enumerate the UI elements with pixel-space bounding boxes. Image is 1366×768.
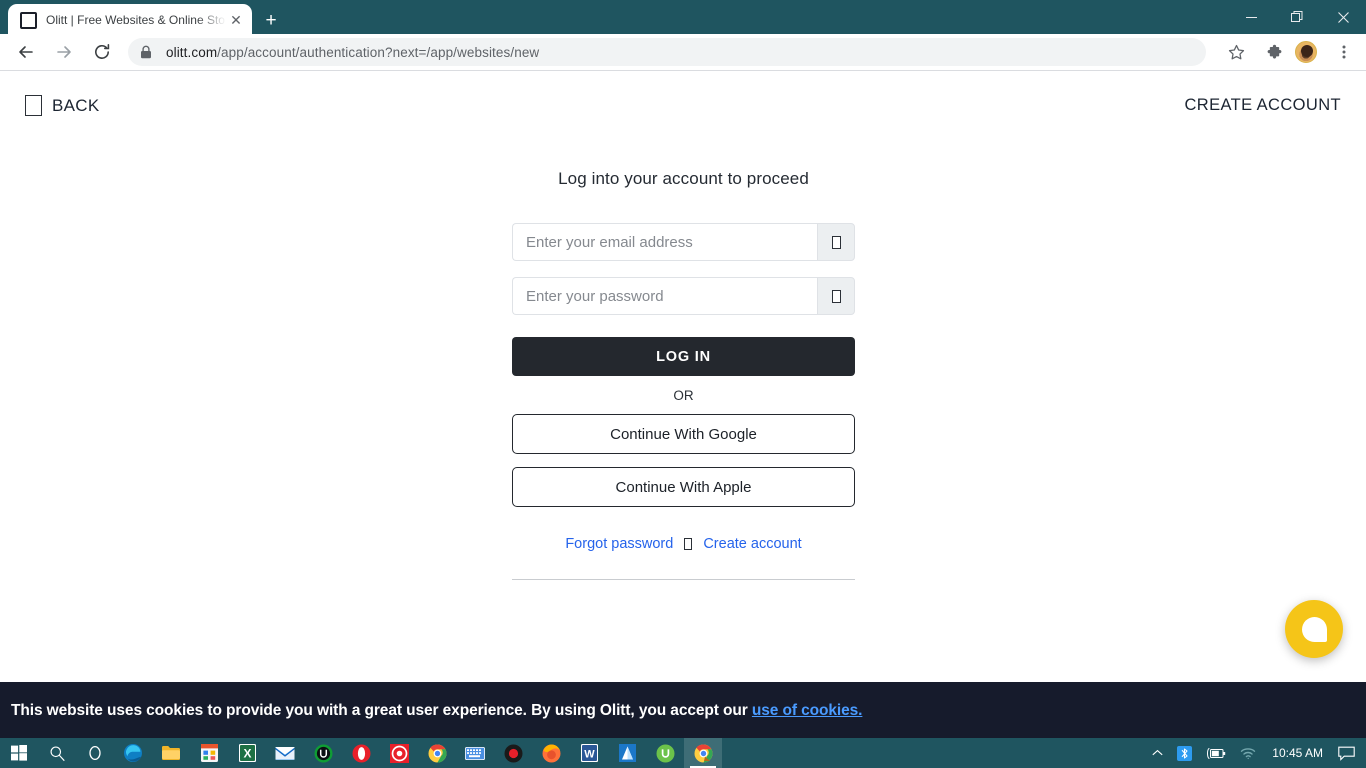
url-path: /app/account/authentication?next=/app/we…: [217, 44, 540, 60]
back-arrow-icon: [25, 95, 42, 116]
form-divider: [512, 579, 855, 580]
login-button[interactable]: LOG IN: [512, 337, 855, 376]
email-field-addon-button[interactable]: [817, 223, 855, 261]
microsoft-edge-icon[interactable]: [114, 738, 152, 768]
url-domain: olitt.com: [166, 44, 218, 60]
back-arrow-icon[interactable]: [10, 36, 42, 68]
url-text: olitt.com/app/account/authentication?nex…: [166, 45, 539, 60]
address-bar[interactable]: olitt.com/app/account/authentication?nex…: [128, 38, 1206, 66]
puzzle-piece-icon[interactable]: [1258, 36, 1290, 68]
use-of-cookies-link[interactable]: use of cookies.: [752, 702, 863, 719]
star-icon[interactable]: [1220, 36, 1252, 68]
forward-arrow-icon[interactable]: [48, 36, 80, 68]
microsoft-word-icon[interactable]: W: [570, 738, 608, 768]
file-explorer-icon[interactable]: [152, 738, 190, 768]
mozilla-firefox-icon[interactable]: [532, 738, 570, 768]
search-icon[interactable]: [38, 738, 76, 768]
olitt-logo-icon: [20, 11, 37, 29]
new-tab-button[interactable]: +: [258, 8, 284, 32]
cortana-icon[interactable]: [76, 738, 114, 768]
chat-bubble-icon[interactable]: [1285, 600, 1343, 658]
svg-text:W: W: [584, 748, 595, 760]
minimize-icon[interactable]: [1228, 0, 1274, 34]
action-center-icon[interactable]: [1331, 738, 1362, 768]
page-title: Log into your account to proceed: [558, 169, 809, 188]
windows-taskbar: X W 10:45 AM: [0, 738, 1366, 768]
close-icon[interactable]: ✕: [226, 10, 246, 30]
create-account-link-header[interactable]: CREATE ACCOUNT: [1184, 96, 1341, 115]
cookie-banner-text: This website uses cookies to provide you…: [11, 702, 862, 720]
reload-icon[interactable]: [86, 36, 118, 68]
avatar[interactable]: [1295, 41, 1317, 63]
restore-icon[interactable]: [1274, 0, 1320, 34]
toolbar-right-actions: [1214, 36, 1366, 68]
mail-icon[interactable]: [266, 738, 304, 768]
microsoft-store-icon[interactable]: [190, 738, 228, 768]
start-button[interactable]: [0, 738, 38, 768]
bluetooth-icon[interactable]: [1170, 738, 1199, 768]
target-recorder-icon[interactable]: [380, 738, 418, 768]
browser-toolbar: olitt.com/app/account/authentication?nex…: [0, 34, 1366, 70]
cookie-message: This website uses cookies to provide you…: [11, 701, 752, 719]
password-input[interactable]: [512, 277, 817, 315]
back-button-label: BACK: [52, 95, 100, 115]
page-content: BACK CREATE ACCOUNT Log into your accoun…: [0, 71, 1366, 739]
utorrent-icon[interactable]: [646, 738, 684, 768]
window-controls: [1228, 0, 1366, 34]
system-tray: 10:45 AM: [1145, 738, 1366, 768]
create-account-link[interactable]: Create account: [703, 536, 801, 552]
wifi-icon[interactable]: [1233, 738, 1264, 768]
cookie-banner: This website uses cookies to provide you…: [0, 682, 1366, 739]
password-visibility-toggle[interactable]: [817, 277, 855, 315]
page-header: BACK CREATE ACCOUNT: [0, 71, 1366, 147]
form-footer-links: Forgot password Create account: [512, 536, 855, 552]
battery-charging-icon[interactable]: [1199, 738, 1233, 768]
password-field-group: [512, 277, 855, 315]
on-screen-keyboard-icon[interactable]: [456, 738, 494, 768]
email-field-group: [512, 223, 855, 261]
envelope-icon: [831, 235, 841, 249]
microsoft-onedrive-icon[interactable]: [608, 738, 646, 768]
continue-with-apple-button[interactable]: Continue With Apple: [512, 467, 855, 507]
google-chrome-active-icon[interactable]: [684, 738, 722, 768]
eye-icon: [831, 289, 841, 303]
tab-title: Olitt | Free Websites & Online Sto: [46, 13, 225, 27]
svg-text:X: X: [243, 746, 251, 760]
close-icon[interactable]: [1320, 0, 1366, 34]
ulauncher-icon[interactable]: [304, 738, 342, 768]
or-separator-label: OR: [673, 388, 694, 403]
login-form: Log into your account to proceed LOG IN …: [512, 169, 855, 580]
kebab-menu-icon[interactable]: [1328, 36, 1360, 68]
google-chrome-icon[interactable]: [418, 738, 456, 768]
lock-icon: [140, 45, 154, 59]
forgot-password-link[interactable]: Forgot password: [565, 536, 673, 552]
browser-title-bar: Olitt | Free Websites & Online Sto ✕ +: [0, 0, 1366, 36]
chevron-up-icon[interactable]: [1145, 738, 1170, 768]
chat-bubble-glyph: [1301, 616, 1327, 642]
screen-recorder-icon[interactable]: [494, 738, 532, 768]
taskbar-clock[interactable]: 10:45 AM: [1264, 746, 1331, 760]
email-input[interactable]: [512, 223, 817, 261]
browser-tab[interactable]: Olitt | Free Websites & Online Sto ✕: [8, 4, 252, 36]
continue-with-google-button[interactable]: Continue With Google: [512, 414, 855, 454]
back-button[interactable]: BACK: [25, 95, 100, 116]
opera-icon[interactable]: [342, 738, 380, 768]
screen: Olitt | Free Websites & Online Sto ✕ + o…: [0, 0, 1366, 768]
bullet-separator-icon: [684, 538, 693, 550]
microsoft-excel-icon[interactable]: X: [228, 738, 266, 768]
